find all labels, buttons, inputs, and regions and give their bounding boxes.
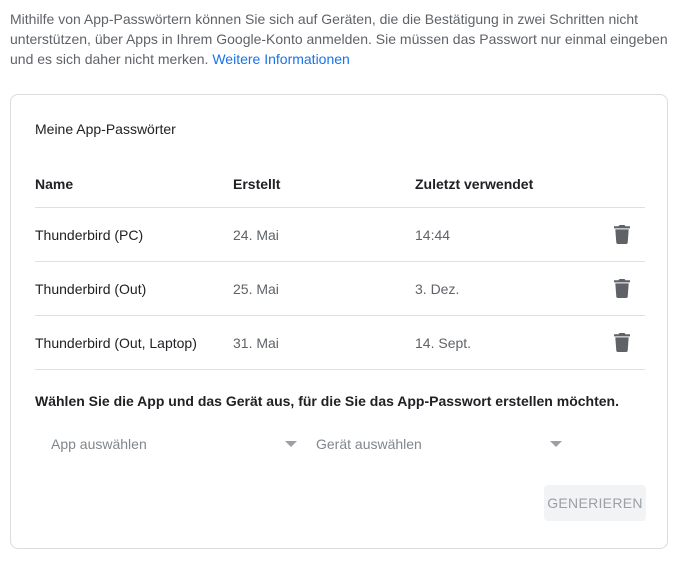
app-select-placeholder: App auswählen xyxy=(51,436,147,452)
row-name: Thunderbird (PC) xyxy=(35,226,144,243)
trash-icon[interactable] xyxy=(610,277,634,301)
trash-icon[interactable] xyxy=(610,223,634,247)
app-select[interactable]: App auswählen xyxy=(51,431,297,457)
device-select[interactable]: Gerät auswählen xyxy=(316,431,562,457)
app-passwords-table: Name Erstellt Zuletzt verwendet Thunderb… xyxy=(35,161,645,370)
delete-button[interactable] xyxy=(610,316,634,369)
card-title: Meine App-Passwörter xyxy=(35,121,176,137)
row-last-used: 14. Sept. xyxy=(415,334,472,351)
intro-text: Mithilfe von App-Passwörtern können Sie … xyxy=(10,9,670,69)
device-select-placeholder: Gerät auswählen xyxy=(316,436,422,452)
row-created: 24. Mai xyxy=(233,226,279,243)
trash-icon[interactable] xyxy=(610,331,634,355)
table-header-row: Name Erstellt Zuletzt verwendet xyxy=(35,161,645,208)
row-created: 31. Mai xyxy=(233,334,279,351)
dropdown-arrow-icon xyxy=(285,441,297,447)
table-row: Thunderbird (Out, Laptop) 31. Mai 14. Se… xyxy=(35,316,645,370)
delete-button[interactable] xyxy=(610,208,634,261)
table-row: Thunderbird (PC) 24. Mai 14:44 xyxy=(35,208,645,262)
app-passwords-card: Meine App-Passwörter Name Erstellt Zulet… xyxy=(10,94,668,549)
column-header-name: Name xyxy=(35,176,74,192)
generate-button[interactable]: GENERIEREN xyxy=(544,485,646,521)
row-name: Thunderbird (Out, Laptop) xyxy=(35,334,197,351)
column-header-last-used: Zuletzt verwendet xyxy=(415,176,534,192)
delete-button[interactable] xyxy=(610,262,634,315)
learn-more-link[interactable]: Weitere Informationen xyxy=(212,51,349,67)
select-prompt: Wählen Sie die App und das Gerät aus, fü… xyxy=(35,393,619,409)
column-header-created: Erstellt xyxy=(233,176,281,192)
row-last-used: 14:44 xyxy=(415,226,451,243)
row-last-used: 3. Dez. xyxy=(415,280,460,297)
row-created: 25. Mai xyxy=(233,280,279,297)
dropdown-arrow-icon xyxy=(550,441,562,447)
row-name: Thunderbird (Out) xyxy=(35,280,147,297)
table-row: Thunderbird (Out) 25. Mai 3. Dez. xyxy=(35,262,645,316)
